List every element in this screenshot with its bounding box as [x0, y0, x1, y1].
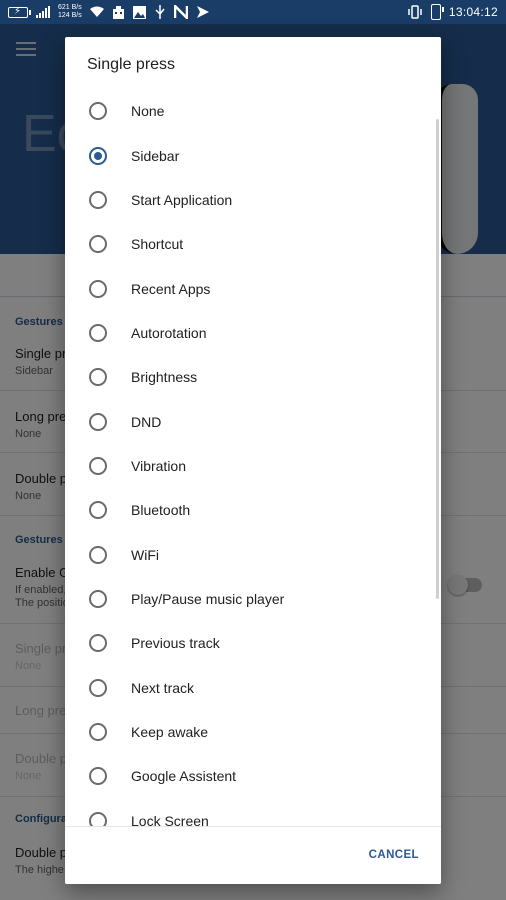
option-label: WiFi	[131, 546, 159, 563]
radio-button[interactable]	[89, 501, 107, 520]
network-speed: 621 B/s 124 B/s	[58, 4, 82, 20]
option-play-pause-music-player[interactable]: Play/Pause music player	[65, 577, 441, 621]
options-list[interactable]: None Sidebar Start Application Shortcut Rece…	[65, 89, 441, 863]
radio-button[interactable]	[89, 102, 107, 121]
option-label: Next track	[131, 679, 195, 696]
signal-icon	[36, 6, 50, 18]
option-label: Vibration	[131, 457, 187, 474]
option-dnd[interactable]: DND	[65, 399, 441, 443]
radio-button[interactable]	[89, 456, 107, 475]
building-icon	[112, 5, 124, 19]
battery-charging-icon: ⚡	[8, 6, 31, 18]
option-label: DND	[131, 413, 162, 430]
option-label: Bluetooth	[131, 502, 191, 519]
status-bar: ⚡ 621 B/s 124 B/s 13:04:12	[0, 0, 506, 24]
option-recent-apps[interactable]: Recent Apps	[65, 266, 441, 310]
option-label: Recent Apps	[131, 280, 211, 297]
net-up-text: 621 B/s	[58, 4, 82, 11]
option-vibration[interactable]: Vibration	[65, 444, 441, 488]
option-label: Start Application	[131, 191, 233, 208]
radio-button[interactable]	[89, 634, 107, 653]
cancel-button[interactable]: CANCEL	[369, 849, 419, 861]
option-autorotation[interactable]: Autorotation	[65, 311, 441, 355]
radio-button[interactable]	[89, 279, 107, 298]
radio-button[interactable]	[89, 368, 107, 387]
option-label: None	[131, 103, 165, 120]
option-none[interactable]: None	[65, 89, 441, 133]
radio-button[interactable]	[89, 722, 107, 741]
radio-button[interactable]	[89, 323, 107, 342]
radio-button[interactable]	[89, 235, 107, 254]
image-icon	[132, 5, 146, 19]
option-label: Google Assistent	[131, 768, 237, 785]
option-sidebar[interactable]: Sidebar	[65, 133, 441, 177]
radio-button[interactable]	[89, 678, 107, 697]
option-google-assistent[interactable]: Google Assistent	[65, 754, 441, 798]
option-label: Play/Pause music player	[131, 590, 285, 607]
option-label: Keep awake	[131, 723, 209, 740]
option-start-application[interactable]: Start Application	[65, 178, 441, 222]
option-label: Brightness	[131, 369, 198, 386]
net-down-text: 124 B/s	[58, 12, 82, 19]
wifi-icon	[89, 6, 104, 17]
radio-button[interactable]	[89, 545, 107, 564]
dialog-footer: CANCEL	[65, 826, 441, 884]
radio-button[interactable]	[89, 412, 107, 431]
scrollbar[interactable]	[436, 119, 439, 599]
option-brightness[interactable]: Brightness	[65, 355, 441, 399]
single-press-dialog: Single press None Sidebar Start Applicatio…	[65, 37, 441, 884]
usb-icon	[155, 5, 165, 19]
option-wifi[interactable]: WiFi	[65, 532, 441, 576]
option-bluetooth[interactable]: Bluetooth	[65, 488, 441, 532]
radio-button[interactable]	[89, 589, 107, 608]
clock: 13:04:12	[448, 5, 498, 19]
option-previous-track[interactable]: Previous track	[65, 621, 441, 665]
send-icon	[196, 6, 209, 18]
option-label: Previous track	[131, 635, 220, 652]
radio-button[interactable]	[89, 146, 107, 165]
vibrate-icon	[408, 5, 422, 19]
option-shortcut[interactable]: Shortcut	[65, 222, 441, 266]
option-label: Shortcut	[131, 236, 184, 253]
radio-button[interactable]	[89, 767, 107, 786]
option-label: Autorotation	[131, 324, 207, 341]
option-next-track[interactable]: Next track	[65, 665, 441, 709]
battery-icon	[430, 4, 444, 20]
option-label: Sidebar	[131, 147, 180, 164]
radio-button[interactable]	[89, 190, 107, 209]
n-icon	[173, 5, 188, 19]
dialog-title: Single press	[87, 56, 176, 73]
option-keep-awake[interactable]: Keep awake	[65, 710, 441, 754]
